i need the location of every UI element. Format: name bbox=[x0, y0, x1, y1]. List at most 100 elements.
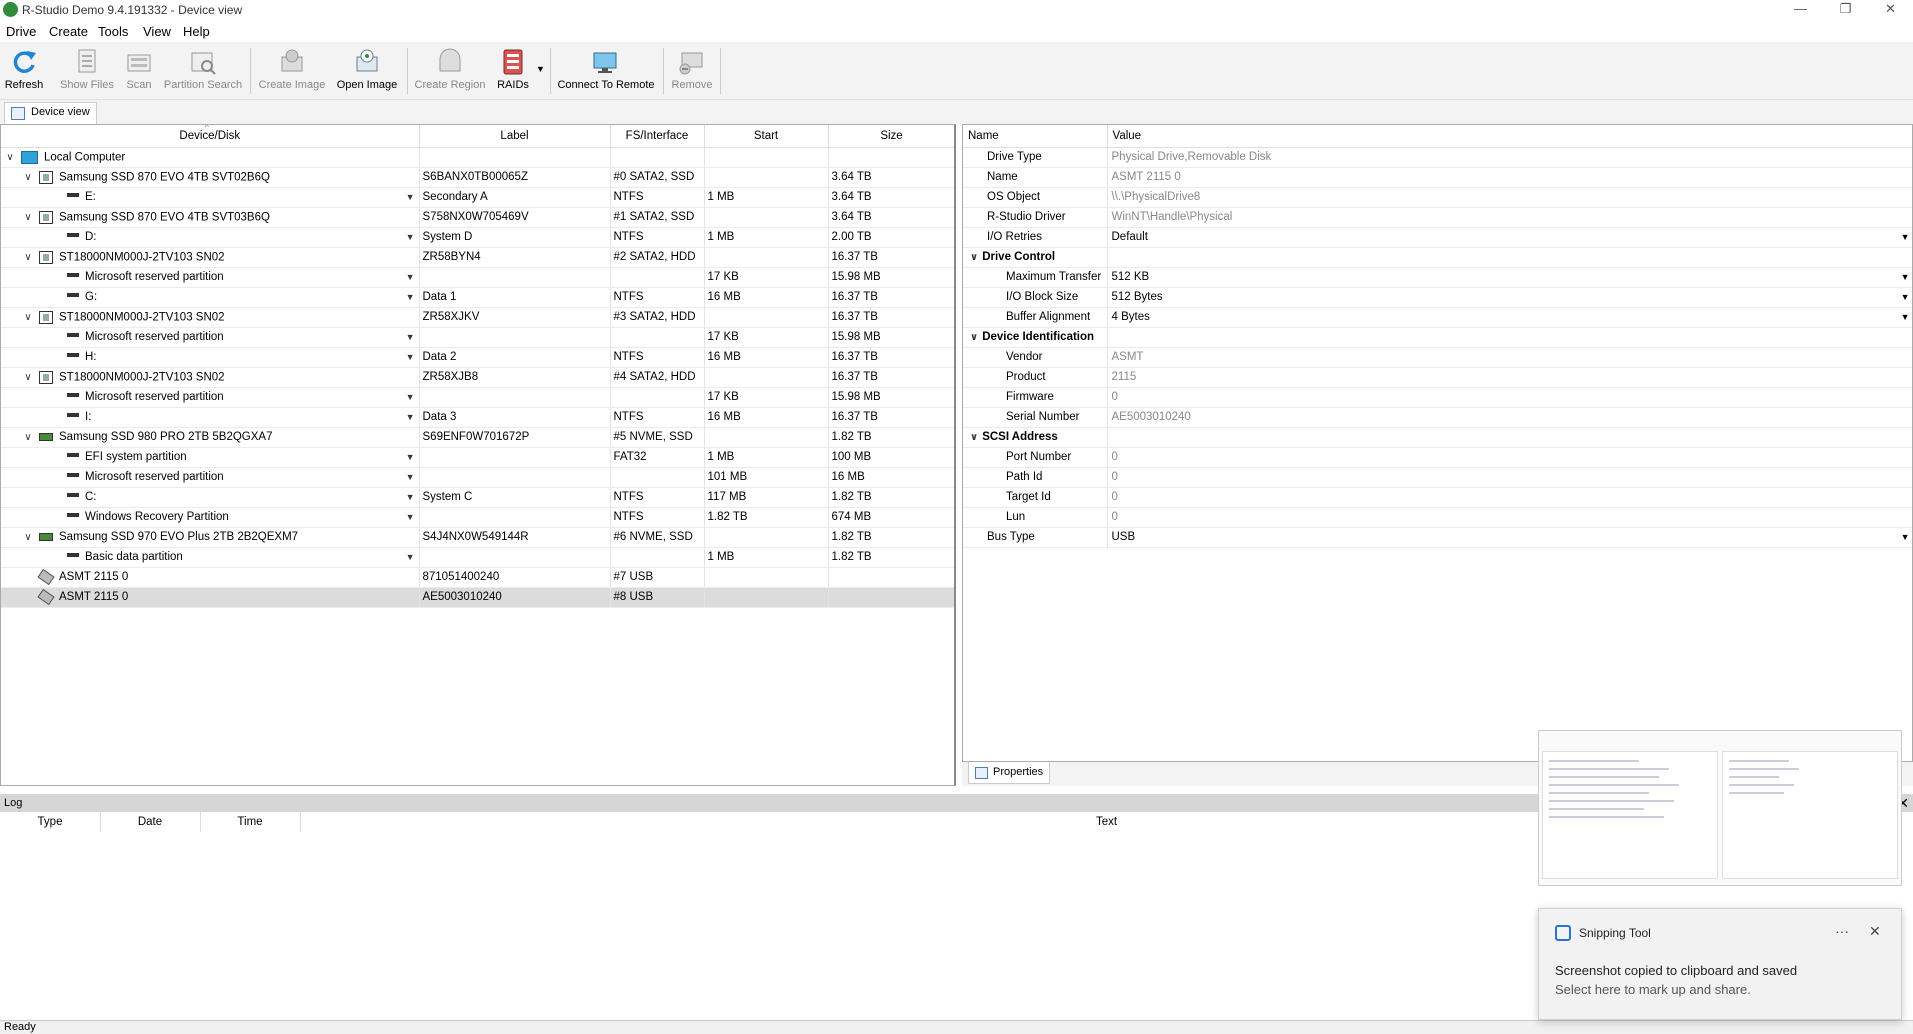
device-name-cell[interactable]: H: ▼ bbox=[1, 347, 420, 368]
expand-chevron-icon[interactable]: ∨ bbox=[23, 212, 33, 223]
property-row[interactable]: Bus Type USB ▼ bbox=[963, 527, 1912, 548]
dropdown-arrow-icon[interactable]: ▼ bbox=[406, 332, 415, 342]
tab-properties[interactable]: Properties bbox=[968, 762, 1051, 784]
device-row[interactable]: I: ▼ Data 3 NTFS 16 MB 16.37 TB bbox=[1, 407, 954, 428]
device-name-cell[interactable]: C: ▼ bbox=[1, 487, 420, 508]
device-row[interactable]: E: ▼ Secondary A NTFS 1 MB 3.64 TB bbox=[1, 187, 954, 208]
menu-view[interactable]: View bbox=[143, 24, 171, 39]
property-row[interactable]: Lun 0 bbox=[963, 507, 1912, 528]
device-name-cell[interactable]: ASMT 2115 0 bbox=[1, 567, 420, 588]
property-row[interactable]: Buffer Alignment 4 Bytes ▼ bbox=[963, 307, 1912, 328]
device-name-cell[interactable]: Microsoft reserved partition ▼ bbox=[1, 327, 420, 348]
device-name-cell[interactable]: Microsoft reserved partition ▼ bbox=[1, 387, 420, 408]
expand-chevron-icon[interactable]: ∨ bbox=[23, 312, 33, 323]
dropdown-arrow-icon[interactable]: ▼ bbox=[406, 472, 415, 482]
snipping-tool-notification[interactable]: Snipping Tool ··· ✕ Screenshot copied to… bbox=[1538, 908, 1902, 1020]
log-column-date[interactable]: Date bbox=[100, 816, 200, 828]
device-row[interactable]: ∨ ST18000NM000J-2TV103 SN02 ZR58BYN4 #2 SAT… bbox=[1, 247, 954, 268]
device-row[interactable]: D: ▼ System D NTFS 1 MB 2.00 TB bbox=[1, 227, 954, 248]
property-row[interactable]: Drive Type Physical Drive,Removable Disk bbox=[963, 147, 1912, 168]
device-name-cell[interactable]: G: ▼ bbox=[1, 287, 420, 308]
tab-device-view[interactable]: Device view bbox=[4, 102, 97, 124]
menu-tools[interactable]: Tools bbox=[98, 24, 128, 39]
device-row[interactable]: ∨ Samsung SSD 970 EVO Plus 2TB 2B2QEXM7 S4… bbox=[1, 527, 954, 548]
dropdown-arrow-icon[interactable]: ▼ bbox=[406, 192, 415, 202]
scan-button[interactable]: Scan bbox=[123, 47, 155, 97]
minimize-button[interactable]: — bbox=[1778, 0, 1823, 20]
open-image-button[interactable]: Open Image bbox=[336, 47, 398, 97]
device-row[interactable]: ∨ ST18000NM000J-2TV103 SN02 ZR58XJKV #3 SAT… bbox=[1, 307, 954, 328]
device-name-cell[interactable]: Microsoft reserved partition ▼ bbox=[1, 267, 420, 288]
collapse-chevron-icon[interactable]: ∨ bbox=[969, 432, 979, 443]
more-options-icon[interactable]: ··· bbox=[1835, 923, 1849, 939]
create-region-button[interactable]: Create Region bbox=[414, 47, 486, 97]
dropdown-arrow-icon[interactable]: ▼ bbox=[1901, 312, 1910, 322]
collapse-chevron-icon[interactable]: ∨ bbox=[969, 252, 979, 263]
property-row[interactable]: R-Studio Driver WinNT\Handle\Physical bbox=[963, 207, 1912, 228]
device-row[interactable]: Microsoft reserved partition ▼ 17 KB 15.98 … bbox=[1, 387, 954, 408]
refresh-button[interactable]: Refresh bbox=[3, 47, 45, 97]
property-row[interactable]: Maximum Transfer 512 KB ▼ bbox=[963, 267, 1912, 288]
device-row[interactable]: Windows Recovery Partition ▼ NTFS 1.82 TB 67… bbox=[1, 507, 954, 528]
raids-dropdown-arrow[interactable]: ▼ bbox=[536, 64, 545, 74]
device-row[interactable]: ∨ Samsung SSD 980 PRO 2TB 5B2QGXA7 S69ENF0… bbox=[1, 427, 954, 448]
property-value[interactable]: 512 Bytes ▼ bbox=[1107, 287, 1912, 308]
property-row[interactable]: Product 2115 bbox=[963, 367, 1912, 388]
menu-drive[interactable]: Drive bbox=[6, 24, 36, 39]
device-row[interactable]: Microsoft reserved partition ▼ 17 KB 15.98 … bbox=[1, 327, 954, 348]
device-row[interactable]: Basic data partition ▼ 1 MB 1.82 TB bbox=[1, 547, 954, 568]
remove-button[interactable]: Remove bbox=[670, 47, 714, 97]
device-name-cell[interactable]: ∨ ST18000NM000J-2TV103 SN02 bbox=[1, 367, 420, 388]
device-row[interactable]: Microsoft reserved partition ▼ 17 KB 15.98 … bbox=[1, 267, 954, 288]
create-image-button[interactable]: Create Image bbox=[258, 47, 326, 97]
device-name-cell[interactable]: ASMT 2115 0 bbox=[1, 587, 420, 608]
menu-help[interactable]: Help bbox=[183, 24, 210, 39]
dropdown-arrow-icon[interactable]: ▼ bbox=[406, 392, 415, 402]
device-name-cell[interactable]: ∨ Samsung SSD 870 EVO 4TB SVT02B6Q bbox=[1, 167, 420, 188]
property-row[interactable]: Vendor ASMT bbox=[963, 347, 1912, 368]
device-row[interactable]: ∨ ST18000NM000J-2TV103 SN02 ZR58XJB8 #4 SAT… bbox=[1, 367, 954, 388]
device-name-cell[interactable]: EFI system partition ▼ bbox=[1, 447, 420, 468]
partition-search-button[interactable]: Partition Search bbox=[163, 47, 243, 97]
device-row[interactable]: Microsoft reserved partition ▼ 101 MB 16 MB bbox=[1, 467, 954, 488]
dropdown-arrow-icon[interactable]: ▼ bbox=[406, 512, 415, 522]
column-header-name[interactable]: Name bbox=[963, 125, 1108, 148]
raids-button[interactable]: RAIDs bbox=[494, 47, 532, 97]
expand-chevron-icon[interactable]: ∨ bbox=[23, 532, 33, 543]
device-row[interactable]: EFI system partition ▼ FAT32 1 MB 100 MB bbox=[1, 447, 954, 468]
property-row[interactable]: Path Id 0 bbox=[963, 467, 1912, 488]
property-row[interactable]: I/O Retries Default ▼ bbox=[963, 227, 1912, 248]
device-row[interactable]: ∨ Local Computer bbox=[1, 147, 954, 168]
device-name-cell[interactable]: Basic data partition ▼ bbox=[1, 547, 420, 568]
column-header-value[interactable]: Value bbox=[1107, 125, 1912, 148]
dropdown-arrow-icon[interactable]: ▼ bbox=[406, 232, 415, 242]
property-row[interactable]: Port Number 0 bbox=[963, 447, 1912, 468]
device-name-cell[interactable]: ∨ Samsung SSD 980 PRO 2TB 5B2QGXA7 bbox=[1, 427, 420, 448]
device-row[interactable]: ∨ Samsung SSD 870 EVO 4TB SVT03B6Q S758NX0… bbox=[1, 207, 954, 228]
device-name-cell[interactable]: ∨ Local Computer bbox=[1, 147, 420, 168]
property-value[interactable]: USB ▼ bbox=[1107, 527, 1912, 548]
expand-chevron-icon[interactable]: ∨ bbox=[23, 432, 33, 443]
dropdown-arrow-icon[interactable]: ▼ bbox=[406, 352, 415, 362]
dropdown-arrow-icon[interactable]: ▼ bbox=[406, 552, 415, 562]
property-group-name[interactable]: ∨ SCSI Address bbox=[963, 427, 1108, 448]
device-row[interactable]: ASMT 2115 0 871051400240 #7 USB bbox=[1, 567, 954, 588]
device-row[interactable]: H: ▼ Data 2 NTFS 16 MB 16.37 TB bbox=[1, 347, 954, 368]
column-header-device-disk[interactable]: ^ Device/Disk bbox=[1, 125, 420, 148]
property-row[interactable]: Target Id 0 bbox=[963, 487, 1912, 508]
maximize-button[interactable]: ❐ bbox=[1823, 0, 1868, 20]
dropdown-arrow-icon[interactable]: ▼ bbox=[406, 412, 415, 422]
device-name-cell[interactable]: ∨ ST18000NM000J-2TV103 SN02 bbox=[1, 307, 420, 328]
property-value[interactable]: 4 Bytes ▼ bbox=[1107, 307, 1912, 328]
property-value[interactable]: 512 KB ▼ bbox=[1107, 267, 1912, 288]
device-name-cell[interactable]: D: ▼ bbox=[1, 227, 420, 248]
property-value[interactable]: Default ▼ bbox=[1107, 227, 1912, 248]
column-header-fs-interface[interactable]: FS/Interface bbox=[610, 125, 705, 148]
device-name-cell[interactable]: ∨ ST18000NM000J-2TV103 SN02 bbox=[1, 247, 420, 268]
property-row[interactable]: I/O Block Size 512 Bytes ▼ bbox=[963, 287, 1912, 308]
property-row[interactable]: OS Object \\.\PhysicalDrive8 bbox=[963, 187, 1912, 208]
device-name-cell[interactable]: Windows Recovery Partition ▼ bbox=[1, 507, 420, 528]
device-row[interactable]: C: ▼ System C NTFS 117 MB 1.82 TB bbox=[1, 487, 954, 508]
dropdown-arrow-icon[interactable]: ▼ bbox=[1901, 532, 1910, 542]
dropdown-arrow-icon[interactable]: ▼ bbox=[1901, 232, 1910, 242]
